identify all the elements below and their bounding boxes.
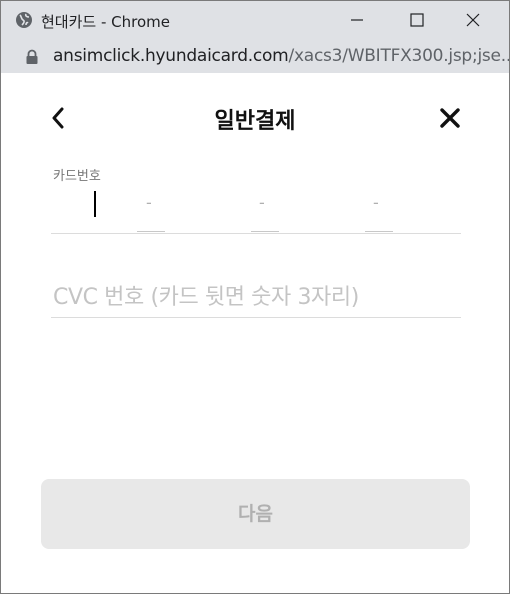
page-title: 일반결제 [214, 109, 296, 134]
card-segment-underline [251, 231, 279, 232]
window-close-button[interactable] [449, 1, 497, 39]
minimize-button[interactable] [333, 1, 381, 39]
url-text[interactable]: ansimclick.hyundaicard.com/xacs3/WBITFX3… [53, 46, 510, 66]
address-bar[interactable]: ansimclick.hyundaicard.com/xacs3/WBITFX3… [1, 39, 509, 73]
globe-icon [15, 11, 33, 29]
title-bar[interactable]: 현대카드 - Chrome [1, 1, 509, 39]
url-host: ansimclick.hyundaicard.com [53, 46, 289, 66]
maximize-button[interactable] [393, 1, 441, 39]
cvc-input[interactable]: CVC 번호 (카드 뒷면 숫자 3자리) [51, 273, 461, 318]
card-number-field[interactable]: - - - [51, 185, 461, 234]
card-segment-underline [137, 231, 165, 232]
lock-icon[interactable] [25, 49, 39, 64]
url-path: /xacs3/WBITFX300.jsp;jse... [288, 46, 510, 66]
card-number-separator: - [146, 193, 152, 212]
next-button[interactable]: 다음 [41, 479, 470, 549]
text-caret [94, 191, 96, 217]
close-button[interactable] [439, 107, 461, 129]
card-segment-underline [365, 231, 393, 232]
close-icon [440, 108, 460, 128]
browser-popup-window: 현대카드 - Chrome ansimclick.hyundaicard.com… [0, 0, 510, 594]
card-number-separator: - [373, 193, 379, 212]
card-number-separator: - [259, 193, 265, 212]
minimize-icon [351, 19, 363, 21]
card-number-label: 카드번호 [53, 169, 101, 184]
window-title: 현대카드 - Chrome [41, 13, 170, 31]
window-close-icon [466, 13, 480, 27]
maximize-icon [410, 13, 424, 27]
cvc-placeholder: CVC 번호 (카드 뒷면 숫자 3자리) [53, 285, 359, 310]
payment-page: 일반결제 카드번호 - - - CVC 번호 (카드 뒷면 숫자 3자리) 다음 [1, 73, 509, 593]
